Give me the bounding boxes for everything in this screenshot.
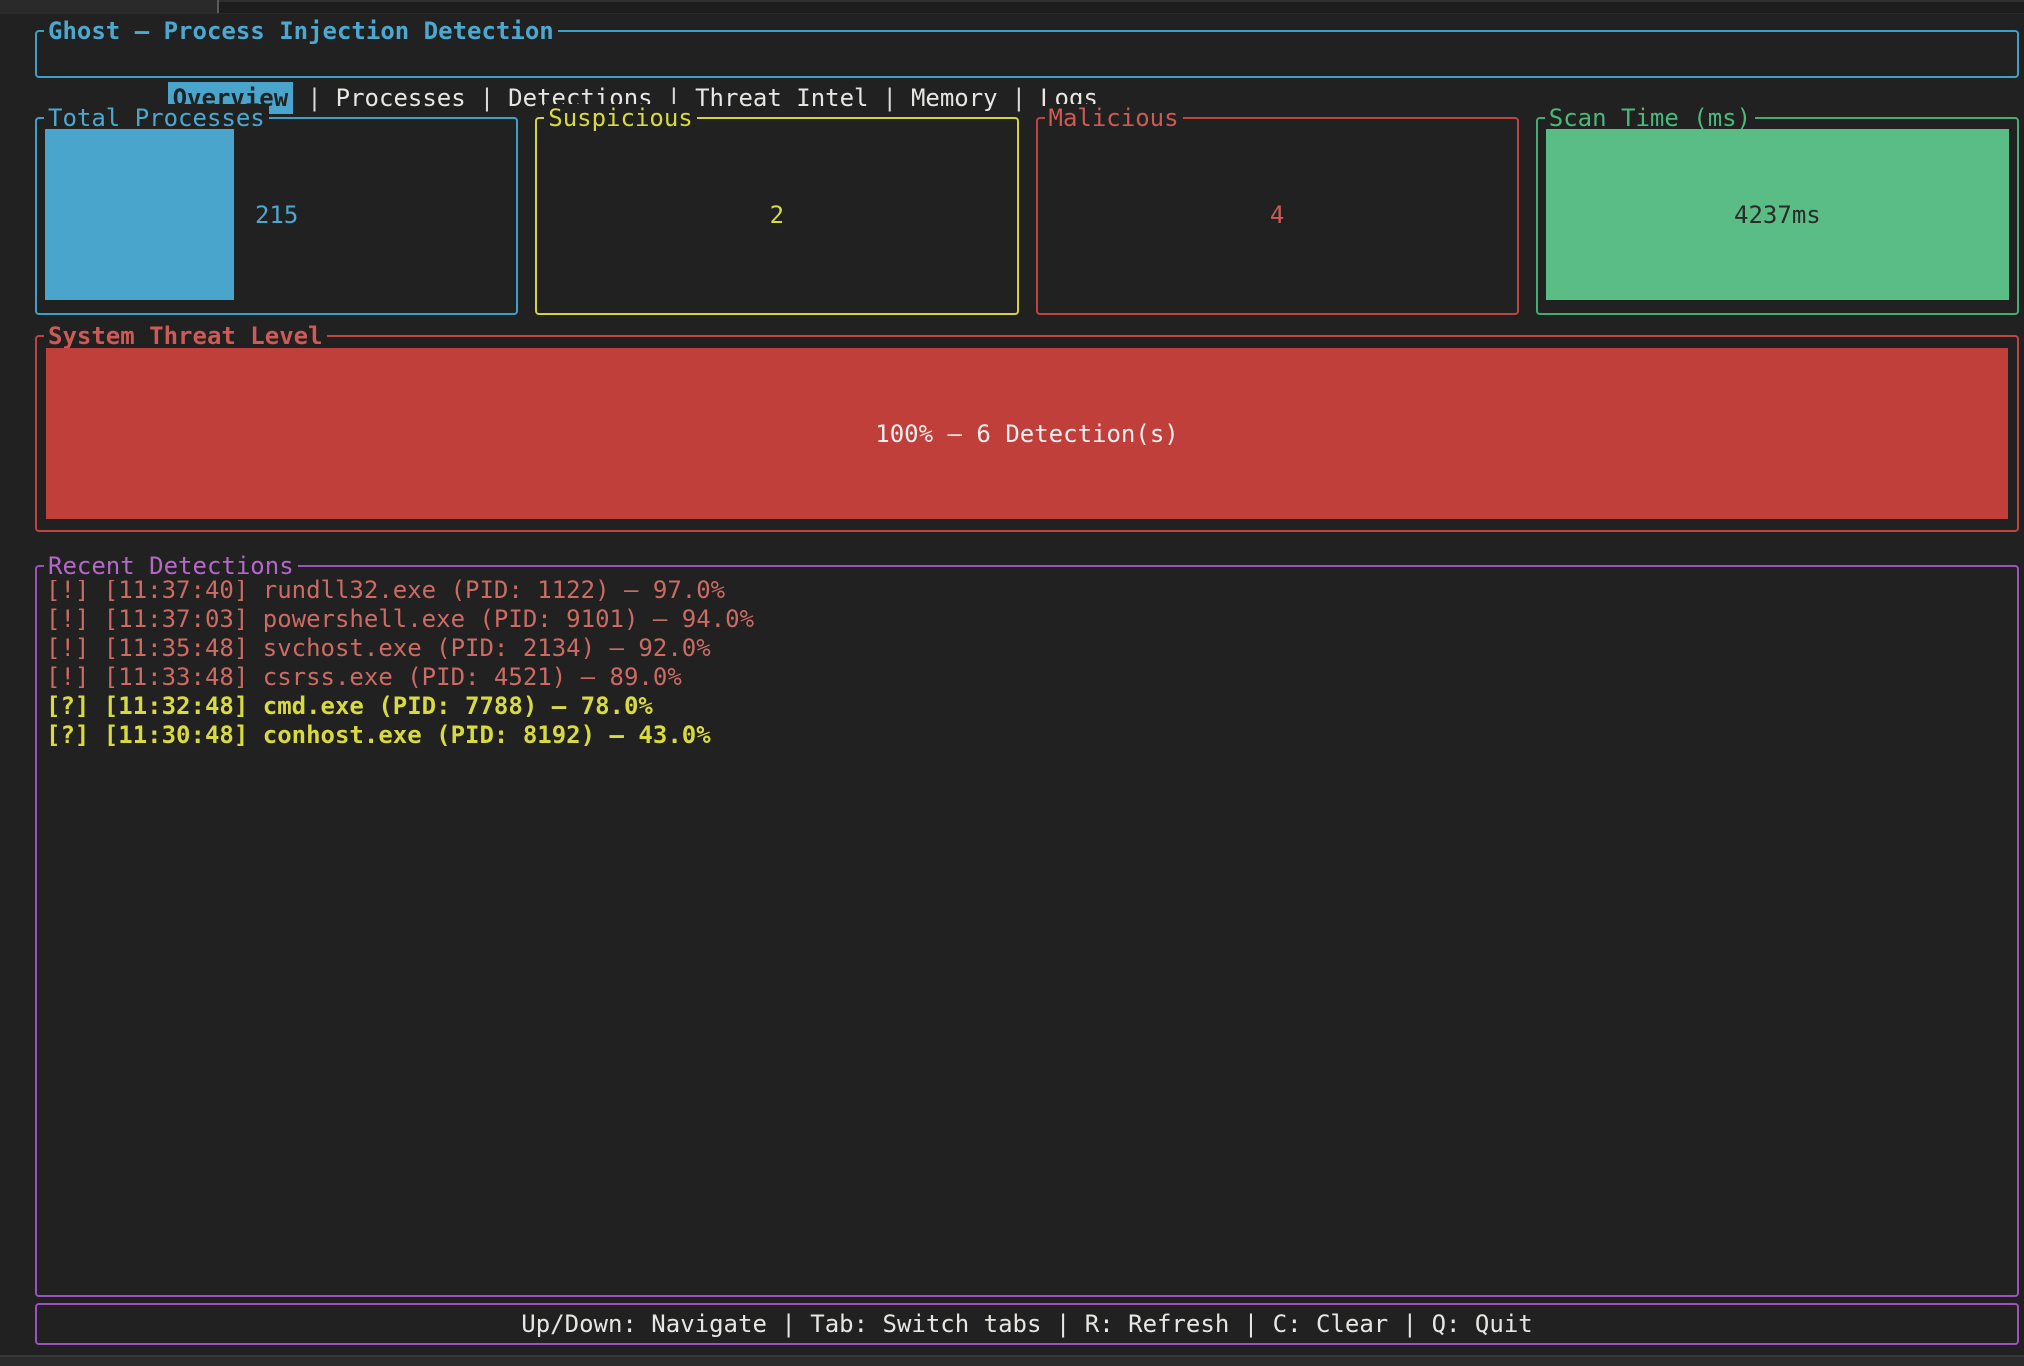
stat-card-total-processes: Total Processes 215 [35, 117, 518, 315]
malicious-value: 4 [1046, 129, 1509, 300]
detection-row[interactable]: [?] [11:32:48] cmd.exe (PID: 7788) — 78.… [46, 692, 2007, 721]
detection-row[interactable]: [!] [11:37:03] powershell.exe (PID: 9101… [46, 605, 2007, 634]
stat-title-suspicious: Suspicious [544, 104, 697, 132]
threat-level-title: System Threat Level [44, 322, 327, 350]
threat-level-panel: System Threat Level 100% — 6 Detection(s… [35, 335, 2019, 532]
detection-row[interactable]: [!] [11:35:48] svchost.exe (PID: 2134) —… [46, 634, 2007, 663]
app-title: Ghost — Process Injection Detection [44, 17, 558, 45]
window-top-edge [0, 0, 2024, 14]
footer-help-bar: Up/Down: Navigate | Tab: Switch tabs | R… [35, 1303, 2019, 1345]
stat-card-scan-time: Scan Time (ms) 4237ms [1536, 117, 2019, 315]
malicious-gauge: 4 [1046, 129, 1509, 300]
tab-separator: | [882, 84, 896, 112]
stat-title-scan-time: Scan Time (ms) [1545, 104, 1755, 132]
stat-title-malicious: Malicious [1045, 104, 1183, 132]
tab-processes[interactable]: Processes [336, 84, 466, 112]
detection-row[interactable]: [!] [11:37:40] rundll32.exe (PID: 1122) … [46, 576, 2007, 605]
scan-time-gauge: 4237ms [1546, 129, 2009, 300]
detection-row[interactable]: [!] [11:33:48] csrss.exe (PID: 4521) — 8… [46, 663, 2007, 692]
app-content: Ghost — Process Injection Detection Over… [35, 30, 2019, 1345]
footer-shortcuts: Up/Down: Navigate | Tab: Switch tabs | R… [37, 1305, 2017, 1343]
recent-detections-panel: Recent Detections [!] [11:37:40] rundll3… [35, 565, 2019, 1297]
tab-threat-intel[interactable]: Threat Intel [695, 84, 868, 112]
tab-memory[interactable]: Memory [911, 84, 998, 112]
tab-separator: | [480, 84, 494, 112]
stat-card-malicious: Malicious 4 [1036, 117, 1519, 315]
window-bottom-edge [0, 1355, 2024, 1366]
recent-detections-title: Recent Detections [44, 552, 298, 580]
detection-row[interactable]: [?] [11:30:48] conhost.exe (PID: 8192) —… [46, 721, 2007, 750]
stat-card-suspicious: Suspicious 2 [535, 117, 1018, 315]
stat-title-total-processes: Total Processes [44, 104, 269, 132]
threat-level-gauge: 100% — 6 Detection(s) [46, 348, 2008, 519]
detection-list: [!] [11:37:40] rundll32.exe (PID: 1122) … [37, 567, 2017, 750]
tab-separator: | [1012, 84, 1026, 112]
tab-bar-panel: Ghost — Process Injection Detection Over… [35, 30, 2019, 78]
terminal-screen: Ghost — Process Injection Detection Over… [0, 0, 2024, 1366]
suspicious-value: 2 [545, 129, 1008, 300]
total-processes-value: 215 [45, 129, 508, 300]
tab-separator: | [307, 84, 321, 112]
threat-level-value: 100% — 6 Detection(s) [46, 348, 2008, 519]
scan-time-value: 4237ms [1546, 129, 2009, 300]
window-edge-highlight [219, 0, 2024, 2]
suspicious-gauge: 2 [545, 129, 1008, 300]
window-tab-segment [0, 0, 217, 13]
total-processes-gauge: 215 [45, 129, 508, 300]
